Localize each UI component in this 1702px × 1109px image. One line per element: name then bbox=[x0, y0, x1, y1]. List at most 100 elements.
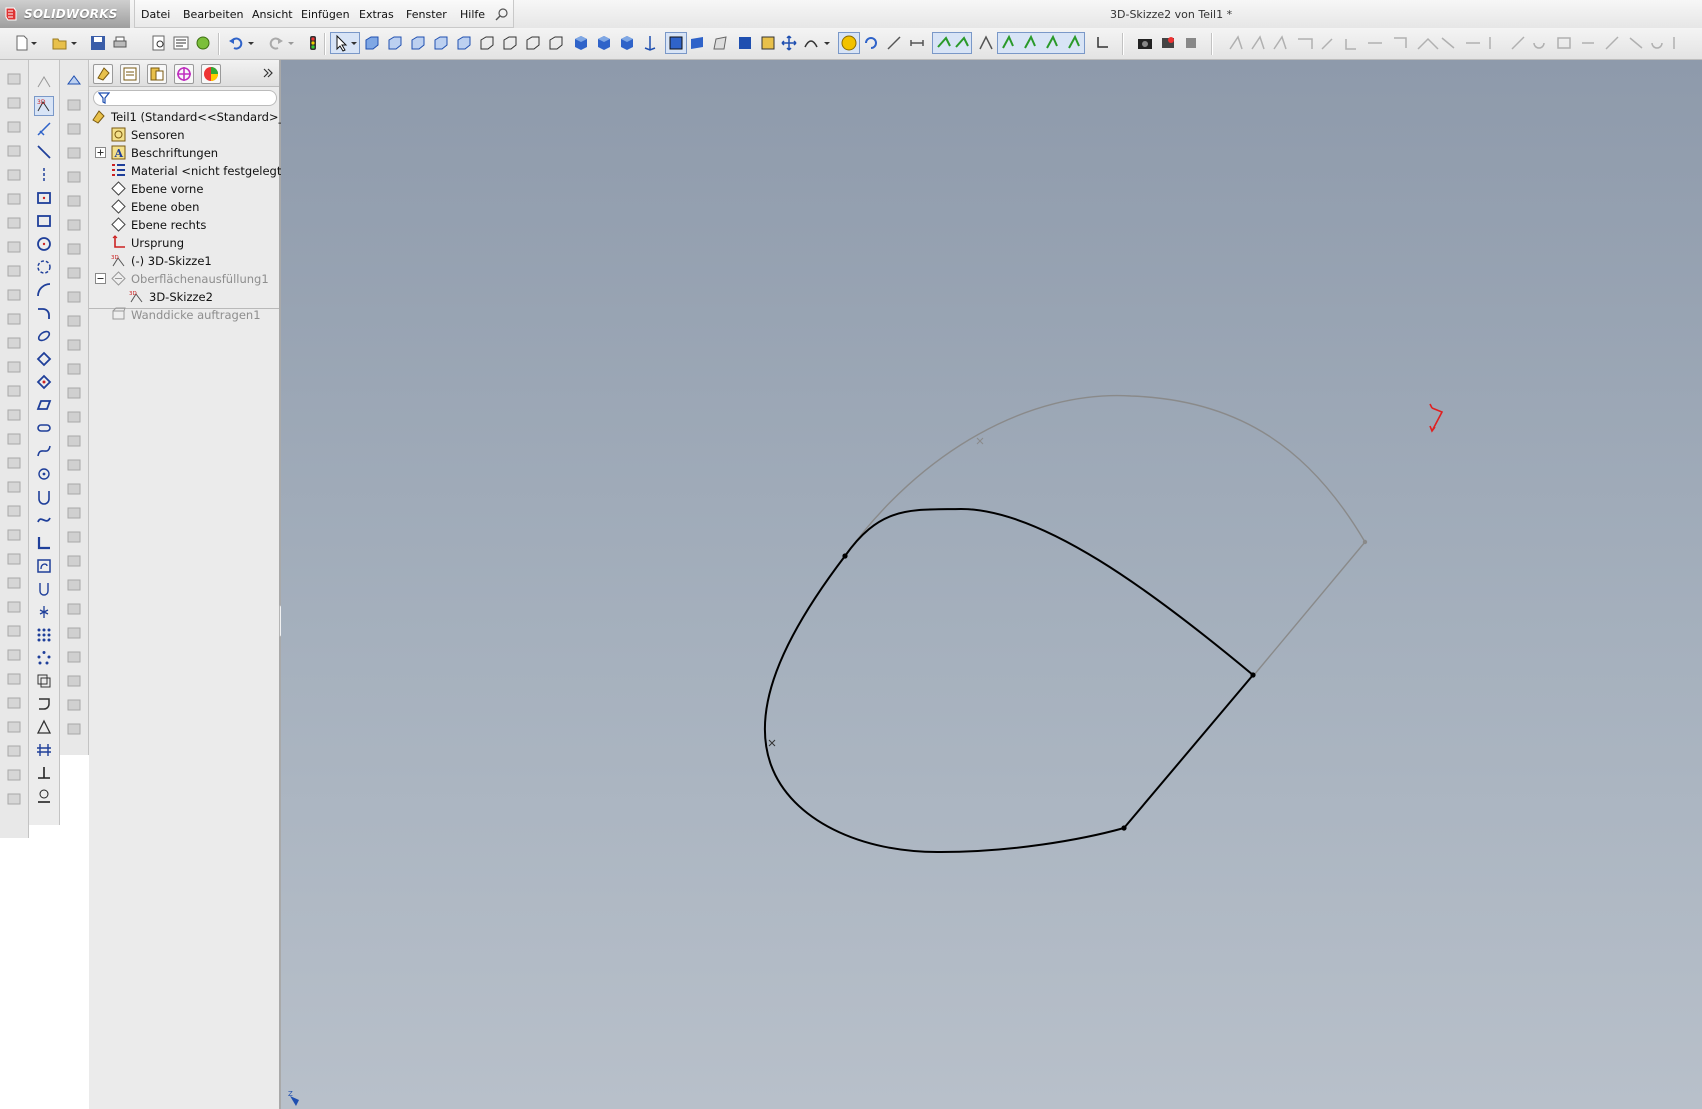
parabola-tool-icon[interactable] bbox=[36, 489, 52, 505]
circle-tool-icon[interactable] bbox=[36, 236, 52, 252]
convert-entities-icon[interactable] bbox=[36, 581, 52, 597]
undo-dropdown-icon[interactable] bbox=[247, 35, 255, 51]
offset-entities-icon[interactable] bbox=[36, 558, 52, 574]
record-icon[interactable] bbox=[1160, 35, 1176, 51]
expand-plus-icon[interactable] bbox=[95, 147, 106, 158]
view-orientation-back-icon[interactable] bbox=[387, 35, 403, 51]
surface-tool-icons[interactable] bbox=[66, 96, 82, 746]
view-orientation-top-icon[interactable] bbox=[456, 35, 472, 51]
ellipse-tool-icon[interactable] bbox=[36, 328, 52, 344]
tangent-arc-icon[interactable] bbox=[36, 305, 52, 321]
select-tool-icon[interactable] bbox=[330, 32, 360, 54]
sketch-tool-icon[interactable] bbox=[36, 74, 52, 90]
view-orientation-bottom-icon[interactable] bbox=[479, 35, 495, 51]
menu-fenster[interactable]: Fenster bbox=[406, 8, 447, 21]
centerline-tool-icon[interactable] bbox=[36, 167, 52, 183]
sketch-relations-toolbar-icon[interactable] bbox=[997, 32, 1085, 54]
menu-ansicht[interactable]: Ansicht bbox=[252, 8, 293, 21]
rotate-view-icon[interactable] bbox=[863, 35, 879, 51]
menu-bearbeiten[interactable]: Bearbeiten bbox=[183, 8, 243, 21]
move-entities-icon[interactable] bbox=[36, 673, 52, 689]
disabled-tools-icon[interactable] bbox=[1228, 35, 1688, 51]
polygon-tool-icon[interactable] bbox=[36, 351, 52, 367]
point-tool-icon[interactable] bbox=[36, 466, 52, 482]
add-relation-icon[interactable] bbox=[36, 742, 52, 758]
view-orientation-normal-icon[interactable] bbox=[525, 35, 541, 51]
tab-configuration-manager-icon[interactable] bbox=[147, 64, 167, 84]
circular-pattern-icon[interactable] bbox=[36, 650, 52, 666]
scene-dropdown-icon[interactable] bbox=[823, 35, 831, 51]
open-folder-icon[interactable] bbox=[52, 35, 68, 51]
rectangle-tool-icon[interactable] bbox=[36, 213, 52, 229]
mirror-entities-icon[interactable] bbox=[36, 719, 52, 735]
redo-dropdown-icon[interactable] bbox=[287, 35, 295, 51]
line-tool-icon[interactable] bbox=[36, 144, 52, 160]
trim-entities-icon[interactable] bbox=[36, 604, 52, 620]
arc-tool-icon[interactable] bbox=[36, 282, 52, 298]
center-rectangle-icon[interactable] bbox=[36, 190, 52, 206]
print-preview-icon[interactable] bbox=[151, 35, 167, 51]
shaded-icon[interactable] bbox=[689, 35, 705, 51]
tab-display-manager-icon[interactable] bbox=[201, 64, 221, 84]
normal-to-icon[interactable] bbox=[642, 35, 658, 51]
sketch-spline[interactable] bbox=[844, 507, 1254, 676]
reference-line[interactable] bbox=[1253, 541, 1366, 676]
menu-extras[interactable]: Extras bbox=[359, 8, 394, 21]
parallelogram-icon[interactable] bbox=[36, 397, 52, 413]
sketch-endpoint[interactable] bbox=[1250, 672, 1256, 678]
rebuild-traffic-light-icon[interactable] bbox=[305, 35, 321, 51]
fillet-corner-icon[interactable] bbox=[36, 535, 52, 551]
sketch-pattern-icon[interactable] bbox=[36, 627, 52, 643]
sketch-endpoint[interactable] bbox=[842, 553, 848, 559]
reference-endpoint[interactable] bbox=[1362, 539, 1368, 545]
new-document-icon[interactable] bbox=[14, 35, 30, 51]
collapse-minus-icon[interactable] bbox=[95, 273, 106, 284]
sketch-canvas[interactable] bbox=[281, 60, 1702, 1109]
smart-dimension-icon[interactable] bbox=[36, 121, 52, 137]
undo-icon[interactable] bbox=[228, 35, 244, 51]
hidden-lines-removed-icon[interactable] bbox=[712, 35, 728, 51]
copy-entities-icon[interactable] bbox=[36, 696, 52, 712]
view-orientation-left-icon[interactable] bbox=[410, 35, 426, 51]
sketch-icon[interactable] bbox=[886, 35, 902, 51]
tab-dimxpert-icon[interactable] bbox=[174, 64, 194, 84]
slot-tool-icon[interactable] bbox=[36, 420, 52, 436]
shaded-cube-icon[interactable] bbox=[573, 35, 589, 51]
rebuild-options-icon[interactable] bbox=[195, 35, 211, 51]
sketch-endpoint[interactable] bbox=[1121, 825, 1127, 831]
feature-tool-icons[interactable] bbox=[6, 70, 22, 830]
open-dropdown-icon[interactable] bbox=[70, 35, 78, 51]
tab-feature-tree-icon[interactable] bbox=[93, 64, 113, 84]
cube-view-icon[interactable] bbox=[619, 35, 635, 51]
polygon-filled-icon[interactable] bbox=[36, 374, 52, 390]
save-icon[interactable] bbox=[90, 35, 106, 51]
view-orientation-front-icon[interactable] bbox=[364, 35, 380, 51]
feature-tree-filter[interactable] bbox=[93, 90, 277, 106]
new-dropdown-icon[interactable] bbox=[30, 35, 38, 51]
properties-icon[interactable] bbox=[173, 35, 189, 51]
tab-property-manager-icon[interactable] bbox=[120, 64, 140, 84]
camera-icon[interactable] bbox=[1137, 35, 1153, 51]
graphics-area[interactable]: Z bbox=[281, 60, 1702, 1109]
redo-icon[interactable] bbox=[268, 35, 284, 51]
reference-geometry-icon[interactable] bbox=[66, 72, 82, 88]
snap-icon[interactable] bbox=[978, 35, 994, 51]
shaded-with-edges-icon[interactable] bbox=[665, 32, 687, 54]
pin-icon[interactable] bbox=[495, 7, 509, 21]
view-orientation-right-icon[interactable] bbox=[433, 35, 449, 51]
relations-toggle-icon[interactable] bbox=[932, 32, 972, 54]
view-settings-icon[interactable] bbox=[760, 35, 776, 51]
sketch-spline-lower[interactable] bbox=[763, 555, 1125, 854]
view-orientation-iso-icon[interactable] bbox=[502, 35, 518, 51]
dimetric-cube-icon[interactable] bbox=[596, 35, 612, 51]
reference-curve[interactable] bbox=[844, 394, 1366, 557]
menu-hilfe[interactable]: Hilfe bbox=[460, 8, 485, 21]
appearance-icon[interactable] bbox=[838, 32, 860, 54]
section-view-icon[interactable] bbox=[737, 35, 753, 51]
3d-sketch-active-icon[interactable]: 3D bbox=[34, 96, 54, 116]
dimension-icon[interactable] bbox=[909, 35, 925, 51]
sketch-line[interactable] bbox=[1123, 674, 1254, 829]
repair-sketch-icon[interactable] bbox=[36, 788, 52, 804]
menu-datei[interactable]: Datei bbox=[141, 8, 170, 21]
menu-einfuegen[interactable]: Einfügen bbox=[301, 8, 350, 21]
